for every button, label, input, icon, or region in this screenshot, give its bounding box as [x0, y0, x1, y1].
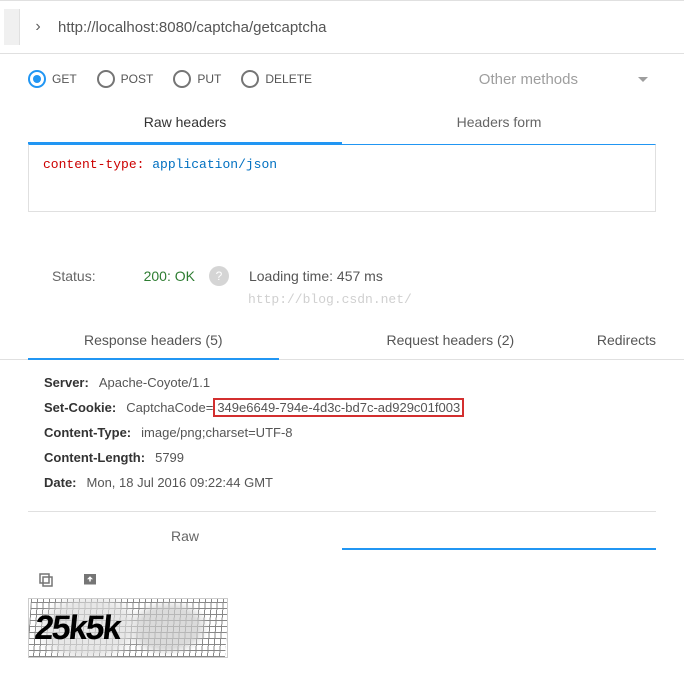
header-row-content-length: Content-Length: 5799: [44, 445, 656, 470]
tab-request-headers[interactable]: Request headers (2): [359, 322, 543, 359]
body-tabs: Raw: [28, 511, 656, 560]
header-value: Mon, 18 Jul 2016 09:22:44 GMT: [87, 475, 273, 490]
cookie-prefix: CaptchaCode=: [126, 400, 213, 415]
method-label: POST: [121, 72, 154, 86]
method-label: DELETE: [265, 72, 312, 86]
loading-time: Loading time: 457 ms: [249, 268, 383, 284]
url-bar: ›: [0, 0, 684, 54]
other-methods-dropdown[interactable]: Other methods: [479, 71, 648, 88]
tab-raw-headers[interactable]: Raw headers: [28, 102, 342, 144]
download-icon[interactable]: [80, 570, 100, 590]
radio-icon: [173, 70, 191, 88]
radio-icon: [241, 70, 259, 88]
response-tabs: Response headers (5) Request headers (2)…: [0, 322, 684, 360]
radio-icon: [97, 70, 115, 88]
tab-headers-form[interactable]: Headers form: [342, 102, 656, 144]
captcha-text: 25k5k: [28, 599, 228, 657]
header-name: Content-Type:: [44, 425, 131, 440]
header-value: Apache-Coyote/1.1: [99, 375, 210, 390]
header-tabs: Raw headers Headers form: [0, 102, 684, 144]
http-methods: GET POST PUT DELETE Other methods: [0, 54, 684, 102]
tab-response-headers[interactable]: Response headers (5): [28, 322, 279, 360]
header-value: 5799: [155, 450, 184, 465]
header-key: content-type: [43, 157, 137, 172]
radio-icon: [28, 70, 46, 88]
header-value: application/json: [152, 157, 277, 172]
tab-preview-body[interactable]: [342, 522, 656, 550]
history-handle[interactable]: [4, 9, 20, 45]
status-label: Status:: [52, 268, 96, 284]
header-name: Server:: [44, 375, 89, 390]
copy-icon[interactable]: [36, 570, 56, 590]
header-name: Content-Length:: [44, 450, 145, 465]
chevron-right-icon[interactable]: ›: [28, 18, 48, 36]
status-row: Status: 200: OK ? Loading time: 457 ms h…: [0, 266, 684, 286]
method-label: PUT: [197, 72, 221, 86]
method-post[interactable]: POST: [97, 70, 154, 88]
header-name: Date:: [44, 475, 77, 490]
method-get[interactable]: GET: [28, 70, 77, 88]
header-value: CaptchaCode=349e6649-794e-4d3c-bd7c-ad92…: [126, 400, 464, 415]
method-put[interactable]: PUT: [173, 70, 221, 88]
caret-down-icon: [638, 77, 648, 82]
body-actions: [0, 560, 684, 598]
header-row-set-cookie: Set-Cookie: CaptchaCode=349e6649-794e-4d…: [44, 395, 656, 420]
header-name: Set-Cookie:: [44, 400, 116, 415]
response-headers-list: Server: Apache-Coyote/1.1 Set-Cookie: Ca…: [0, 360, 684, 505]
tab-redirects[interactable]: Redirects: [569, 322, 656, 359]
captcha-image: 25k5k: [28, 598, 228, 658]
header-value: image/png;charset=UTF-8: [141, 425, 292, 440]
header-row-content-type: Content-Type: image/png;charset=UTF-8: [44, 420, 656, 445]
tab-raw-body[interactable]: Raw: [28, 522, 342, 550]
help-icon[interactable]: ?: [209, 266, 229, 286]
cookie-highlight: 349e6649-794e-4d3c-bd7c-ad929c01f003: [213, 398, 464, 417]
header-row-server: Server: Apache-Coyote/1.1: [44, 370, 656, 395]
url-input[interactable]: [58, 15, 672, 40]
raw-headers-editor[interactable]: content-type: application/json: [28, 144, 656, 212]
header-row-date: Date: Mon, 18 Jul 2016 09:22:44 GMT: [44, 470, 656, 495]
status-code: 200: OK: [144, 268, 195, 284]
other-methods-label: Other methods: [479, 71, 578, 88]
header-colon: :: [137, 157, 145, 172]
method-label: GET: [52, 72, 77, 86]
method-delete[interactable]: DELETE: [241, 70, 312, 88]
watermark-text: http://blog.csdn.net/: [248, 292, 412, 307]
